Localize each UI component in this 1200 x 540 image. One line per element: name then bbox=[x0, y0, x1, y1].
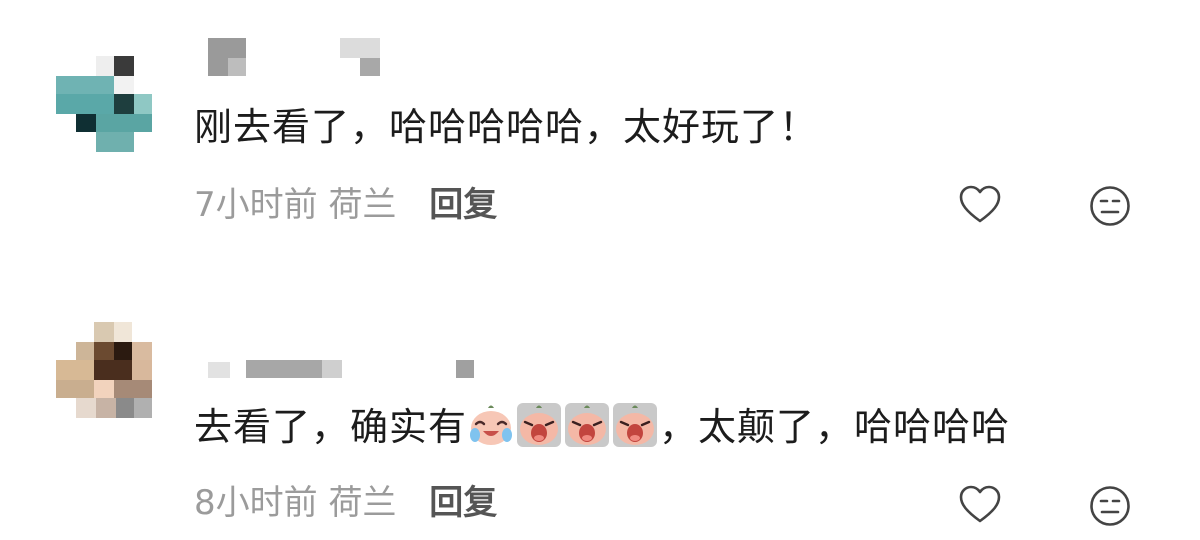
avatar[interactable] bbox=[56, 56, 176, 176]
reply-button[interactable]: 回复 bbox=[429, 483, 497, 523]
heart-icon[interactable] bbox=[958, 484, 1002, 528]
comment-time: 8小时前 bbox=[194, 483, 318, 523]
comment-meta: 8小时前 荷兰 回复 bbox=[194, 480, 497, 526]
neutral-face-icon[interactable] bbox=[1088, 484, 1132, 528]
comment-text: 刚去看了，哈哈哈哈哈，太好玩了！ bbox=[194, 102, 818, 152]
comment-text-content: 刚去看了，哈哈哈哈哈，太好玩了！ bbox=[194, 105, 819, 149]
comment-meta: 7小时前 荷兰 回复 bbox=[194, 182, 497, 228]
comment-location: 荷兰 bbox=[328, 185, 397, 225]
wailing-emoji bbox=[517, 403, 562, 447]
username-blurred[interactable] bbox=[208, 38, 388, 76]
comment-text-before: 去看了，确实有 bbox=[194, 405, 468, 449]
comment-text-after: ，太颠了，哈哈哈哈 bbox=[659, 405, 1011, 449]
crying-laugh-emoji bbox=[470, 405, 513, 445]
comment-text: 去看了，确实有 ，太颠了，哈哈哈哈 bbox=[194, 402, 1010, 452]
username-blurred[interactable] bbox=[208, 358, 488, 382]
comment-time: 7小时前 bbox=[194, 185, 318, 225]
comment-location: 荷兰 bbox=[328, 483, 397, 523]
wailing-emoji bbox=[613, 403, 658, 447]
heart-icon[interactable] bbox=[958, 184, 1002, 228]
wailing-emoji bbox=[565, 403, 610, 447]
reply-button[interactable]: 回复 bbox=[429, 185, 497, 225]
neutral-face-icon[interactable] bbox=[1088, 184, 1132, 228]
avatar[interactable] bbox=[56, 322, 176, 442]
